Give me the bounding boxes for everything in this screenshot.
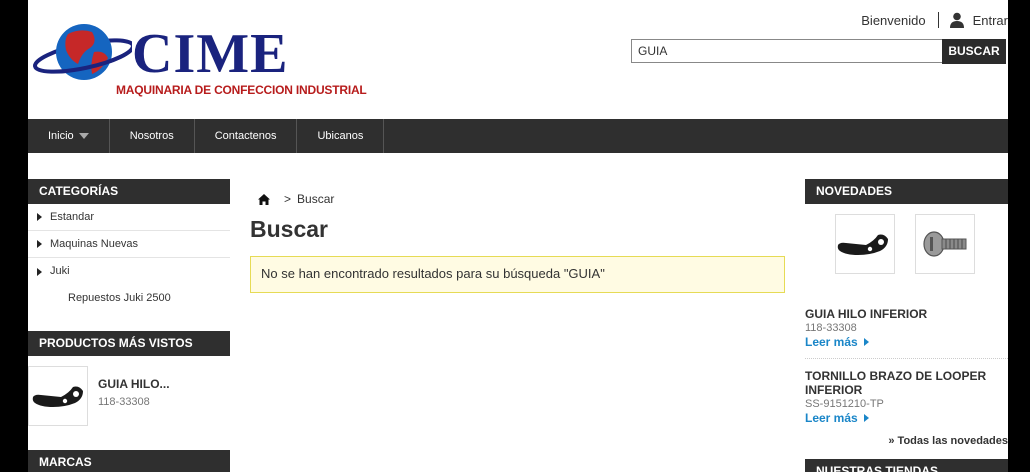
subcategory-item-repuestos-juki[interactable]: Repuestos Juki 2500 <box>28 285 230 312</box>
nav-item-label: Inicio <box>48 130 74 142</box>
divider <box>937 12 939 28</box>
site-logo[interactable]: CIME MAQUINARIA DE CONFECCION INDUSTRIAL <box>32 12 367 97</box>
chevron-right-icon <box>863 414 869 422</box>
logo-wordmark: CIME <box>132 23 289 85</box>
home-icon[interactable] <box>258 193 270 205</box>
caret-down-icon <box>78 133 89 139</box>
category-item-maquinas-nuevas[interactable]: Maquinas Nuevas <box>28 231 230 258</box>
news-item: TORNILLO BRAZO DE LOOPER INFERIOR SS-915… <box>805 369 1008 425</box>
nav-item-inicio[interactable]: Inicio <box>28 119 110 153</box>
category-label: Estandar <box>50 210 95 223</box>
page: CIME MAQUINARIA DE CONFECCION INDUSTRIAL… <box>28 0 1008 472</box>
thread-guide-image-icon <box>32 386 83 407</box>
category-item-estandar[interactable]: Estandar <box>28 204 230 231</box>
categories-title: CATEGORÍAS <box>28 179 230 204</box>
stores-block: NUESTRAS TIENDAS <box>805 459 1008 472</box>
logo-subtitle: MAQUINARIA DE CONFECCION INDUSTRIAL <box>116 83 367 97</box>
stores-title: NUESTRAS TIENDAS <box>805 459 1008 472</box>
arrow-right-icon <box>37 240 42 248</box>
most-viewed-block: PRODUCTOS MÁS VISTOS GUIA HILO... 118-33… <box>28 331 230 438</box>
nav-item-label: Contactenos <box>214 130 277 142</box>
product-thumbnail[interactable] <box>28 366 88 426</box>
category-list: Estandar Maquinas Nuevas Juki Repuestos … <box>28 204 230 312</box>
chevron-right-icon <box>863 338 869 346</box>
login-link[interactable]: Entrar <box>973 13 1008 28</box>
brands-title: MARCAS <box>28 450 230 472</box>
left-column: CATEGORÍAS Estandar Maquinas Nuevas Juki… <box>28 179 230 426</box>
all-news-link[interactable]: » Todas las novedades <box>805 435 1008 447</box>
main-nav: Inicio Nosotros Contactenos Ubicanos <box>28 119 1008 153</box>
nav-item-contactenos[interactable]: Contactenos <box>195 119 298 153</box>
nav-item-ubicanos[interactable]: Ubicanos <box>297 119 385 153</box>
screw-image-icon <box>923 231 967 257</box>
main-content: > Buscar Buscar No se han encontrado res… <box>250 179 785 293</box>
search-input[interactable] <box>631 39 943 63</box>
category-item-juki[interactable]: Juki <box>28 258 230 285</box>
right-column: NOVEDADES GUIA HILO INFERIOR 118-33308 L… <box>805 179 1008 447</box>
news-item-name[interactable]: TORNILLO BRAZO DE LOOPER INFERIOR <box>805 369 1008 397</box>
breadcrumb: > Buscar <box>258 192 785 206</box>
arrow-right-icon <box>37 267 42 276</box>
news-thumbnail-1[interactable] <box>835 214 895 274</box>
category-label: Maquinas Nuevas <box>50 237 139 250</box>
welcome-text: Bienvenido <box>861 12 926 28</box>
most-viewed-ref: 118-33308 <box>98 396 150 408</box>
no-results-alert: No se han encontrado resultados para su … <box>250 256 785 293</box>
news-item: GUIA HILO INFERIOR 118-33308 Leer más <box>805 304 1008 349</box>
most-viewed-name[interactable]: GUIA HILO... <box>98 377 170 391</box>
news-thumbnail-2[interactable] <box>915 214 975 274</box>
thread-guide-image-icon <box>837 234 888 255</box>
nav-item-label: Ubicanos <box>317 130 364 142</box>
news-title: NOVEDADES <box>805 179 1008 204</box>
user-icon <box>949 12 965 28</box>
news-thumbnails <box>805 204 1008 304</box>
nav-item-label: Nosotros <box>129 130 174 142</box>
category-label: Juki <box>50 265 70 277</box>
read-more-label: Leer más <box>805 335 858 349</box>
most-viewed-item[interactable]: GUIA HILO... 118-33308 <box>28 366 230 438</box>
most-viewed-title: PRODUCTOS MÁS VISTOS <box>28 331 230 356</box>
header-user-links: Bienvenido Entrar <box>861 12 1008 28</box>
news-item-ref: SS-9151210-TP <box>805 398 884 410</box>
nav-item-nosotros[interactable]: Nosotros <box>110 119 195 153</box>
news-item-ref: 118-33308 <box>805 322 857 334</box>
read-more-link[interactable]: Leer más <box>805 335 1008 349</box>
search-button[interactable]: BUSCAR <box>942 39 1006 64</box>
read-more-label: Leer más <box>805 411 858 425</box>
divider <box>805 358 1008 359</box>
arrow-right-icon <box>37 213 42 221</box>
globe-logo-icon <box>33 24 132 80</box>
brands-block: MARCAS <box>28 450 230 472</box>
breadcrumb-current: Buscar <box>297 192 335 206</box>
breadcrumb-separator: > <box>284 192 292 206</box>
page-title: Buscar <box>250 216 328 242</box>
news-item-name[interactable]: GUIA HILO INFERIOR <box>805 307 1008 321</box>
read-more-link[interactable]: Leer más <box>805 411 1008 425</box>
